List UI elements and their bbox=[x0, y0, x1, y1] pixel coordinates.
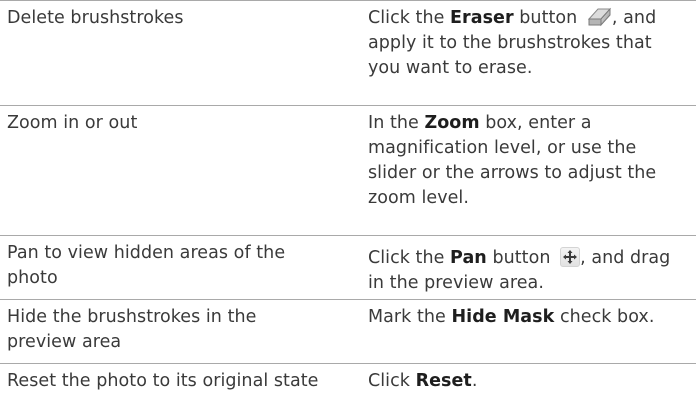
ui-term-hide-mask: Hide Mask bbox=[451, 307, 555, 327]
desc-text: In the bbox=[368, 113, 425, 133]
ui-term-zoom: Zoom bbox=[424, 113, 480, 133]
desc-text: button bbox=[486, 248, 551, 268]
instruction-table: Delete brushstrokes Click the Eraser but… bbox=[0, 0, 696, 404]
desc-text: Mark the bbox=[368, 307, 452, 327]
task-text: photo bbox=[7, 268, 58, 288]
desc-text: box, enter a bbox=[479, 113, 592, 133]
task-cell: Hide the brushstrokes in the preview are… bbox=[7, 305, 357, 355]
pan-move-icon bbox=[560, 247, 581, 267]
description-cell: Click Reset. bbox=[368, 369, 696, 394]
desc-text: Click the bbox=[368, 248, 451, 268]
desc-text: zoom level. bbox=[368, 188, 469, 208]
desc-text: check box. bbox=[554, 307, 655, 327]
table-row: Pan to view hidden areas of the photo Cl… bbox=[0, 235, 696, 299]
desc-text: Click the bbox=[368, 8, 451, 28]
task-text: Pan to view hidden areas of the bbox=[7, 243, 286, 263]
desc-text: , and bbox=[611, 8, 657, 28]
task-text: Delete brushstrokes bbox=[7, 8, 184, 28]
desc-text: . bbox=[471, 371, 478, 391]
desc-text: button bbox=[513, 8, 578, 28]
description-cell: Click the Eraser button , and apply it t… bbox=[368, 6, 696, 81]
table-row: Hide the brushstrokes in the preview are… bbox=[0, 299, 696, 363]
ui-term-pan: Pan bbox=[450, 248, 487, 268]
desc-text: in the preview area. bbox=[368, 273, 544, 293]
description-cell: Mark the Hide Mask check box. bbox=[368, 305, 696, 330]
task-text: Reset the photo to its original state bbox=[7, 371, 319, 391]
task-cell: Reset the photo to its original state bbox=[7, 369, 357, 394]
desc-text: slider or the arrows to adjust the bbox=[368, 163, 657, 183]
desc-text: apply it to the brushstrokes that bbox=[368, 33, 652, 53]
task-text: Zoom in or out bbox=[7, 113, 138, 133]
desc-text: , and drag bbox=[580, 248, 671, 268]
table-row: Reset the photo to its original state Cl… bbox=[0, 363, 696, 404]
eraser-icon bbox=[587, 7, 612, 27]
table-row: Zoom in or out In the Zoom box, enter a … bbox=[0, 105, 696, 235]
description-cell: Click the Pan button , and drag in the p… bbox=[368, 246, 696, 296]
task-text: preview area bbox=[7, 332, 122, 352]
desc-text: magnification level, or use the bbox=[368, 138, 637, 158]
task-cell: Zoom in or out bbox=[7, 111, 357, 136]
desc-text: you want to erase. bbox=[368, 58, 533, 78]
table-row: Delete brushstrokes Click the Eraser but… bbox=[0, 0, 696, 105]
task-cell: Pan to view hidden areas of the photo bbox=[7, 241, 357, 291]
desc-text: Click bbox=[368, 371, 416, 391]
ui-term-reset: Reset bbox=[415, 371, 472, 391]
description-cell: In the Zoom box, enter a magnification l… bbox=[368, 111, 696, 211]
task-cell: Delete brushstrokes bbox=[7, 6, 357, 31]
task-text: Hide the brushstrokes in the bbox=[7, 307, 257, 327]
ui-term-eraser: Eraser bbox=[450, 8, 514, 28]
